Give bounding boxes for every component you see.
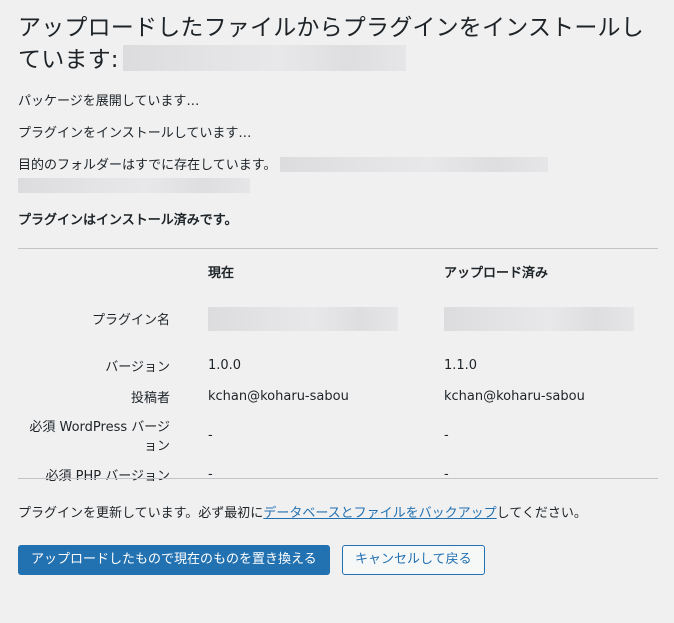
table-header-row: 現在 アップロード済み — [18, 256, 658, 286]
row-label-author: 投稿者 — [130, 390, 170, 406]
current-version: 1.0.0 — [208, 357, 242, 373]
divider-bottom — [18, 478, 658, 479]
cancel-button[interactable]: キャンセルして戻る — [342, 545, 485, 575]
uploaded-required-php: - — [444, 466, 449, 482]
uploaded-required-wp: - — [444, 427, 449, 443]
redacted-filename — [122, 45, 406, 71]
row-label-required-wp: 必須 WordPress バージョン — [29, 420, 170, 454]
redacted-folder-path — [280, 157, 549, 172]
table-header-empty — [18, 256, 208, 286]
current-required-wp: - — [208, 427, 213, 443]
uploaded-version: 1.1.0 — [444, 357, 478, 373]
table-row: バージョン 1.0.0 1.1.0 — [18, 350, 658, 380]
table-row: 投稿者 kchan@koharu-sabou kchan@koharu-sabo… — [18, 380, 658, 412]
table-row: プラグイン名 — [18, 286, 658, 350]
backup-notice-suffix: してください。 — [496, 506, 587, 521]
page-title: アップロードしたファイルからプラグインをインストールしています: — [18, 12, 658, 76]
redacted-plugin-name-uploaded — [444, 307, 634, 331]
redacted-plugin-name-current — [208, 307, 398, 331]
row-label-version: バージョン — [105, 359, 170, 375]
uploaded-author: kchan@koharu-sabou — [444, 388, 585, 404]
replace-button[interactable]: アップロードしたもので現在のものを置き換える — [18, 545, 330, 575]
backup-link[interactable]: データベースとファイルをバックアップ — [263, 506, 496, 521]
current-plugin-name — [208, 286, 444, 350]
table-row: 必須 PHP バージョン - - — [18, 458, 658, 490]
table-header-current: 現在 — [208, 265, 235, 281]
message-already-installed: プラグインはインストール済みです。 — [18, 213, 238, 228]
current-required-php: - — [208, 466, 213, 482]
divider-top — [18, 248, 658, 249]
message-installing: プラグインをインストールしています… — [18, 126, 252, 141]
table-header-uploaded: アップロード済み — [444, 265, 549, 281]
redacted-folder-path-cont — [18, 178, 250, 193]
message-folder-exists: 目的のフォルダーはすでに存在しています。 — [18, 156, 658, 193]
main-content: アップロードしたファイルからプラグインをインストールしています: パッケージを展… — [18, 12, 658, 575]
message-folder-exists-text: 目的のフォルダーはすでに存在しています。 — [18, 158, 277, 173]
backup-notice-prefix: プラグインを更新しています。必ず最初に — [18, 506, 264, 521]
uploaded-plugin-name — [444, 286, 658, 350]
current-author: kchan@koharu-sabou — [208, 388, 349, 404]
table-row: 必須 WordPress バージョン - - — [18, 412, 658, 458]
version-compare-table: 現在 アップロード済み プラグイン名 バージョン 1.0.0 1.1.0 投稿者… — [18, 256, 658, 490]
message-unpacking: パッケージを展開しています… — [18, 94, 200, 109]
row-label-plugin-name: プラグイン名 — [91, 312, 170, 328]
row-label-required-php: 必須 PHP バージョン — [45, 468, 170, 484]
backup-notice: プラグインを更新しています。必ず最初にデータベースとファイルをバックアップしてく… — [18, 504, 587, 524]
